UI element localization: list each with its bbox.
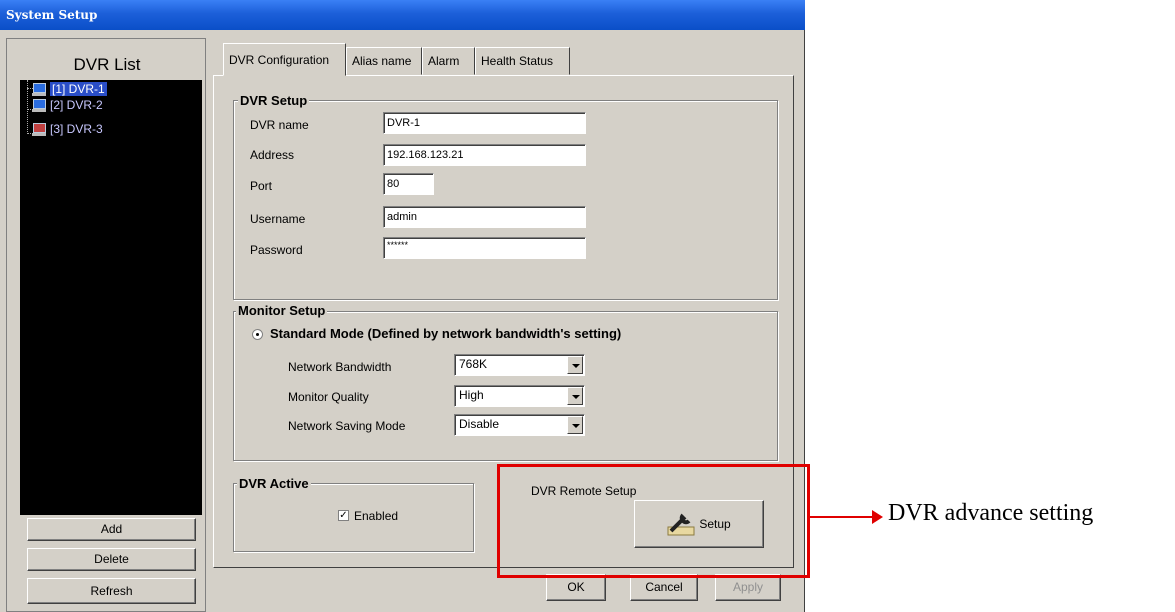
dvr-name-field[interactable]: DVR-1 xyxy=(383,112,586,134)
enabled-label: Enabled xyxy=(354,509,399,523)
chevron-down-icon[interactable] xyxy=(567,387,583,405)
chevron-down-icon[interactable] xyxy=(567,416,583,434)
tab-label: Health Status xyxy=(481,54,554,68)
add-button-label: Add xyxy=(100,522,123,536)
standard-mode-label: Standard Mode (Defined by network bandwi… xyxy=(270,326,622,341)
network-bandwidth-select[interactable]: 768K xyxy=(454,354,585,376)
username-field[interactable]: admin xyxy=(383,206,586,228)
dvr-setup-title: DVR Setup xyxy=(238,93,310,108)
add-button[interactable]: Add xyxy=(27,518,196,541)
tab-label: Alarm xyxy=(428,54,460,68)
computer-icon xyxy=(32,98,46,112)
port-field[interactable]: 80 xyxy=(383,173,434,195)
dvr-active-title: DVR Active xyxy=(237,476,311,491)
address-field[interactable]: 192.168.123.21 xyxy=(383,144,586,166)
apply-button[interactable]: Apply xyxy=(715,574,781,601)
network-bandwidth-label: Network Bandwidth xyxy=(288,360,392,374)
network-saving-mode-label: Network Saving Mode xyxy=(288,419,406,433)
annotation-label: DVR advance setting xyxy=(888,500,1094,526)
select-value: Disable xyxy=(459,417,500,431)
computer-icon xyxy=(32,82,46,96)
select-value: 768K xyxy=(459,357,488,371)
tab-alias-name[interactable]: Alias name xyxy=(346,47,422,75)
tree-item-label: [2] DVR-2 xyxy=(50,98,103,112)
delete-button[interactable]: Delete xyxy=(27,548,196,571)
annotation-highlight-box xyxy=(497,464,810,578)
network-saving-mode-select[interactable]: Disable xyxy=(454,414,585,436)
tab-health-status[interactable]: Health Status xyxy=(475,47,570,75)
radio-dot xyxy=(256,333,259,336)
tree-item-label: [1] DVR-1 xyxy=(50,82,107,96)
delete-button-label: Delete xyxy=(94,552,129,566)
password-label: Password xyxy=(250,243,303,257)
select-value: High xyxy=(459,388,484,402)
cancel-button[interactable]: Cancel xyxy=(630,574,698,601)
annotation-arrow xyxy=(810,516,875,518)
chevron-down-icon[interactable] xyxy=(567,356,583,374)
dvr-name-label: DVR name xyxy=(250,118,309,132)
tab-alarm[interactable]: Alarm xyxy=(422,47,475,75)
password-field[interactable]: ****** xyxy=(383,237,586,259)
tree-item-dvr-3[interactable]: [3] DVR-3 xyxy=(20,121,103,137)
dvr-tree[interactable]: [1] DVR-1 [2] DVR-2 [3] DVR-3 xyxy=(20,80,202,515)
ok-button[interactable]: OK xyxy=(546,574,606,601)
monitor-setup-title: Monitor Setup xyxy=(236,303,328,318)
monitor-quality-select[interactable]: High xyxy=(454,385,585,407)
username-label: Username xyxy=(250,212,306,226)
standard-mode-radio[interactable] xyxy=(252,329,263,340)
refresh-button[interactable]: Refresh xyxy=(27,578,196,604)
tab-label: DVR Configuration xyxy=(229,53,330,67)
tree-item-dvr-1[interactable]: [1] DVR-1 xyxy=(20,81,107,97)
tab-dvr-configuration[interactable]: DVR Configuration xyxy=(223,43,346,76)
tree-item-label: [3] DVR-3 xyxy=(50,122,103,136)
tree-item-dvr-2[interactable]: [2] DVR-2 xyxy=(20,97,103,113)
arrow-right-icon xyxy=(872,510,883,524)
computer-error-icon xyxy=(32,122,46,136)
ok-button-label: OK xyxy=(567,580,585,594)
port-label: Port xyxy=(250,179,273,193)
refresh-button-label: Refresh xyxy=(90,584,133,598)
dvr-list-title: DVR List xyxy=(73,55,141,74)
enabled-checkbox[interactable]: ✓ xyxy=(338,510,349,521)
cancel-button-label: Cancel xyxy=(645,580,683,594)
tab-label: Alias name xyxy=(352,54,412,68)
address-label: Address xyxy=(250,148,295,162)
apply-button-label: Apply xyxy=(732,580,764,594)
monitor-quality-label: Monitor Quality xyxy=(288,390,369,404)
window-title: System Setup xyxy=(0,0,805,30)
